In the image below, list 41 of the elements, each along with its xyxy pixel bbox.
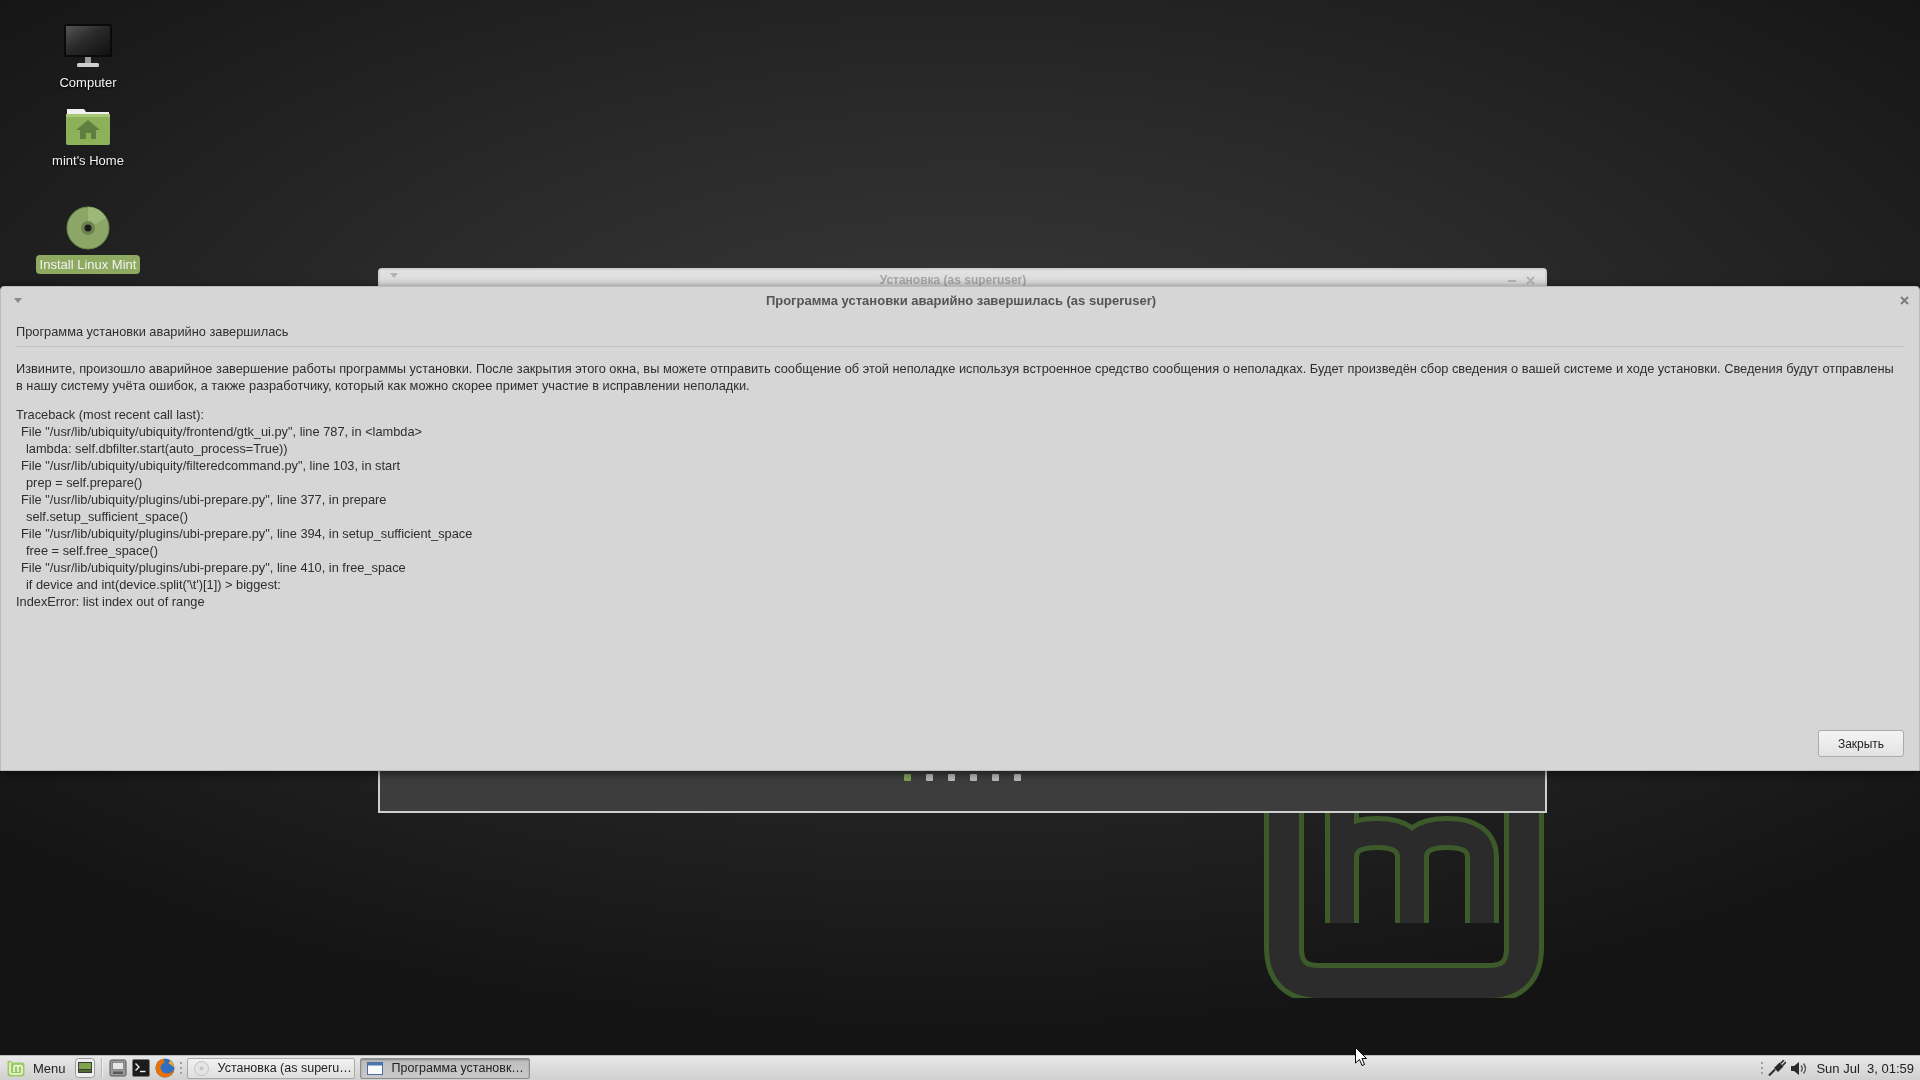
close-dialog-button[interactable]: Закрыть <box>1818 730 1904 757</box>
traceback-line: if device and int(device.split('\t')[1]) > biggest: <box>25 576 281 593</box>
close-icon[interactable] <box>1526 276 1535 285</box>
menu-button[interactable]: Menu <box>6 1057 68 1079</box>
desktop-icon-label[interactable]: Computer <box>55 73 121 92</box>
dialog-heading: Программа установки аварийно завершилась <box>16 323 1904 347</box>
plug-icon[interactable] <box>1768 1060 1787 1076</box>
grip-icon[interactable] <box>1761 1062 1764 1074</box>
close-icon[interactable] <box>1900 295 1909 305</box>
caret-icon[interactable] <box>390 273 398 278</box>
grip-icon[interactable] <box>179 1062 182 1074</box>
leaf-logo-icon[interactable] <box>7 1059 25 1077</box>
globe-icon[interactable] <box>154 1058 175 1078</box>
drive-icon[interactable] <box>108 1059 127 1077</box>
traceback-line: prep = self.prepare() <box>25 474 143 491</box>
error-message: Извините, произошло аварийное завершение работы программы установки. После закрытия этого окна, вы можете отправить сообщение об этой неполадке используя встроенное средство сообщения о неполадках. Будет произведён сбор сведения о вашей системе и ходе установки. Сведения будут отправлены в нашу систему учёта ошибок, а также разработчику, который как можно скорее примет участие в исправлении неполадки. <box>16 360 1895 394</box>
traceback-line: File "/usr/lib/ubiquity/plugins/ubi-prepare.py", line 410, in free_space <box>20 559 406 576</box>
traceback-line: File "/usr/lib/ubiquity/ubiquity/filteredcommand.py", line 103, in start <box>20 457 400 474</box>
traceback-line: File "/usr/lib/ubiquity/plugins/ubi-prepare.py", line 377, in prepare <box>20 491 387 508</box>
traceback-line: Traceback (most recent call last): <box>16 406 204 423</box>
traceback-line: IndexError: list index out of range <box>16 593 205 610</box>
traceback-line: File "/usr/lib/ubiquity/ubiquity/frontend/gtk_ui.py", line 787, in <lambda> <box>20 423 423 440</box>
desktop-icon[interactable] <box>74 1058 95 1078</box>
dialog-title: Программа установки аварийно завершилась (as superuser) <box>765 292 1157 308</box>
taskbar-window-button[interactable]: Установка (as superu… <box>186 1057 355 1079</box>
cursor-icon <box>1355 1047 1367 1066</box>
disc-icon <box>193 1060 209 1076</box>
clock[interactable]: Sun Jul 3, 01:59 <box>1814 1060 1914 1076</box>
home-folder-icon <box>65 108 111 146</box>
traceback-line: File "/usr/lib/ubiquity/plugins/ubi-prepare.py", line 394, in setup_sufficient_space <box>20 525 473 542</box>
window-title: Установка (as superuser) <box>879 273 1027 287</box>
traceback-line: self.setup_sufficient_space() <box>25 508 188 525</box>
traceback-line: free = self.free_space() <box>25 542 158 559</box>
monitor-icon <box>64 24 112 68</box>
desktop-icon-label[interactable]: mint's Home <box>48 151 128 170</box>
disc-icon <box>66 206 110 250</box>
taskbar-window-button[interactable]: Программа установк… <box>359 1057 530 1079</box>
caret-icon[interactable] <box>14 297 22 303</box>
terminal-icon[interactable] <box>131 1059 150 1077</box>
traceback-line: lambda: self.dbfilter.start(auto_process=True)) <box>25 440 288 457</box>
window-icon <box>366 1061 383 1075</box>
